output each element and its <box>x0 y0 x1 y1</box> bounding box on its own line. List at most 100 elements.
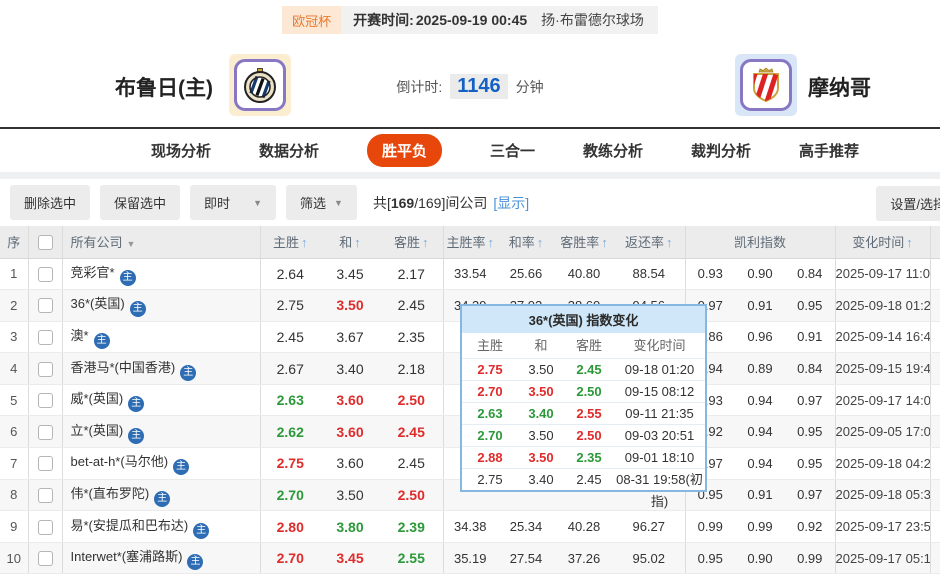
company-name[interactable]: 伟*(直布罗陀) 主 <box>62 479 261 512</box>
home-odds[interactable]: 2.64 <box>260 258 320 291</box>
popup-change-time: 09-01 18:10 <box>614 446 705 468</box>
home-odds[interactable]: 2.67 <box>260 352 320 385</box>
nav-tab[interactable]: 三合一 <box>490 140 535 161</box>
company-name[interactable]: 竞彩官* 主 <box>62 258 261 291</box>
change-time: 2025-09-17 05:19 <box>835 542 931 574</box>
nav-tab[interactable]: 高手推荐 <box>799 140 859 161</box>
home-odds[interactable]: 2.45 <box>260 321 320 354</box>
row-checkbox[interactable] <box>37 266 53 282</box>
row-select-cell <box>28 415 63 449</box>
header-away-rate[interactable]: 客胜率 ↑ <box>555 226 613 259</box>
draw-odds[interactable]: 3.67 <box>320 321 380 354</box>
sort-up-icon: ↑ <box>906 235 913 251</box>
home-odds[interactable]: 2.80 <box>260 510 320 543</box>
company-name[interactable]: 威*(英国) 主 <box>62 384 261 417</box>
away-odds[interactable]: 2.17 <box>380 258 444 291</box>
home-odds[interactable]: 2.70 <box>260 479 320 512</box>
header-draw-rate[interactable]: 和率 ↑ <box>497 226 555 259</box>
away-odds[interactable]: 2.18 <box>380 352 444 385</box>
row-index: 2 <box>0 289 29 322</box>
home-odds[interactable]: 2.75 <box>260 447 320 480</box>
home-odds[interactable]: 2.70 <box>260 542 320 574</box>
change-time: 2025-09-15 19:42 <box>835 352 931 385</box>
row-select-cell <box>28 510 63 543</box>
kelly-index: 0.93 <box>685 258 735 291</box>
away-odds[interactable]: 2.45 <box>380 415 444 449</box>
kelly-index: 0.84 <box>785 352 836 385</box>
home-odds[interactable]: 2.63 <box>260 384 320 417</box>
row-checkbox[interactable] <box>37 393 53 409</box>
header-kelly: 凯利指数 <box>685 226 836 259</box>
company-name[interactable]: 36*(英国) 主 <box>62 289 261 322</box>
away-odds[interactable]: 2.45 <box>380 447 444 480</box>
row-checkbox[interactable] <box>37 551 53 567</box>
nav-tab[interactable]: 教练分析 <box>583 140 643 161</box>
away-odds[interactable]: 2.45 <box>380 289 444 322</box>
home-odds[interactable]: 2.62 <box>260 415 320 449</box>
company-name[interactable]: 立*(英国) 主 <box>62 415 261 449</box>
show-link[interactable]: [显示] <box>493 193 529 213</box>
header-home-rate[interactable]: 主胜率 ↑ <box>443 226 497 259</box>
home-odds[interactable]: 2.75 <box>260 289 320 322</box>
header-away-odds[interactable]: 客胜 ↑ <box>380 226 444 259</box>
home-rate: 34.38 <box>443 510 497 543</box>
away-odds[interactable]: 2.39 <box>380 510 444 543</box>
company-name[interactable]: 易*(安提瓜和巴布达) 主 <box>62 510 261 543</box>
draw-odds[interactable]: 3.45 <box>320 258 380 291</box>
kelly-index: 0.97 <box>785 479 836 512</box>
match-info-bar: 欧冠杯 开赛时间: 2025-09-19 00:45 扬·布雷德尔球场 <box>0 0 940 40</box>
delete-selected-button[interactable]: 删除选中 <box>10 185 91 220</box>
company-name[interactable]: bet-at-h*(马尔他) 主 <box>62 447 261 480</box>
draw-odds[interactable]: 3.50 <box>320 289 380 322</box>
header-draw-odds[interactable]: 和 ↑ <box>320 226 380 259</box>
away-odds[interactable]: 2.55 <box>380 542 444 574</box>
away-odds[interactable]: 2.50 <box>380 479 444 512</box>
company-count-rest: /169]间公司 <box>414 194 488 211</box>
change-time: 2025-09-17 23:53 <box>835 510 931 543</box>
company-name[interactable]: 澳* 主 <box>62 321 261 354</box>
away-odds[interactable]: 2.35 <box>380 321 444 354</box>
row-checkbox[interactable] <box>37 330 53 346</box>
row-checkbox[interactable] <box>37 361 53 377</box>
settings-button[interactable]: 设置/选择 <box>876 186 940 221</box>
time-filter-select[interactable]: 即时 ▼ <box>190 185 277 220</box>
draw-odds[interactable]: 3.60 <box>320 384 380 417</box>
header-return-rate[interactable]: 返还率 ↑ <box>613 226 686 259</box>
header-company[interactable]: 所有公司 ▼ <box>62 226 261 259</box>
draw-odds[interactable]: 3.40 <box>320 352 380 385</box>
away-odds[interactable]: 2.50 <box>380 384 444 417</box>
popup-home-odds: 2.70 <box>462 380 518 402</box>
draw-odds[interactable]: 3.60 <box>320 415 380 449</box>
select-all-checkbox[interactable] <box>37 234 53 250</box>
header-home-odds[interactable]: 主胜 ↑ <box>260 226 320 259</box>
row-checkbox[interactable] <box>37 487 53 503</box>
chevron-down-icon: ▼ <box>253 197 263 208</box>
company-name[interactable]: 香港马*(中国香港) 主 <box>62 352 261 385</box>
company-name[interactable]: Interwet*(塞浦路斯) 主 <box>62 542 261 574</box>
nav-tab[interactable]: 数据分析 <box>259 140 319 161</box>
table-row: 10 Interwet*(塞浦路斯) 主 2.70 3.45 2.55 35.19 27.54… <box>0 542 940 574</box>
row-checkbox[interactable] <box>37 456 53 472</box>
draw-odds[interactable]: 3.80 <box>320 510 380 543</box>
header-change-time[interactable]: 变化时间 ↑ <box>835 226 931 259</box>
row-select-cell <box>28 479 63 512</box>
keep-selected-button[interactable]: 保留选中 <box>100 185 181 220</box>
row-spacer <box>930 384 940 417</box>
sort-up-icon: ↑ <box>536 235 544 251</box>
nav-tab[interactable]: 裁判分析 <box>691 140 751 161</box>
nav-tab[interactable]: 胜平负 <box>366 134 442 167</box>
filter-select[interactable]: 筛选 ▼ <box>286 185 357 220</box>
home-badge-icon: 主 <box>129 301 146 318</box>
popup-away-odds: 2.45 <box>564 358 614 380</box>
draw-odds[interactable]: 3.60 <box>320 447 380 480</box>
kelly-index: 0.91 <box>735 289 785 322</box>
draw-odds[interactable]: 3.50 <box>320 479 380 512</box>
row-index: 9 <box>0 510 29 543</box>
nav-tab[interactable]: 现场分析 <box>151 140 211 161</box>
draw-odds[interactable]: 3.45 <box>320 542 380 574</box>
team-header: 布鲁日(主) 倒计时: 1146 分钟 摩纳哥 <box>0 40 940 127</box>
row-checkbox[interactable] <box>37 424 53 440</box>
row-checkbox[interactable] <box>37 519 53 535</box>
row-checkbox[interactable] <box>37 298 53 314</box>
row-index: 1 <box>0 258 29 291</box>
